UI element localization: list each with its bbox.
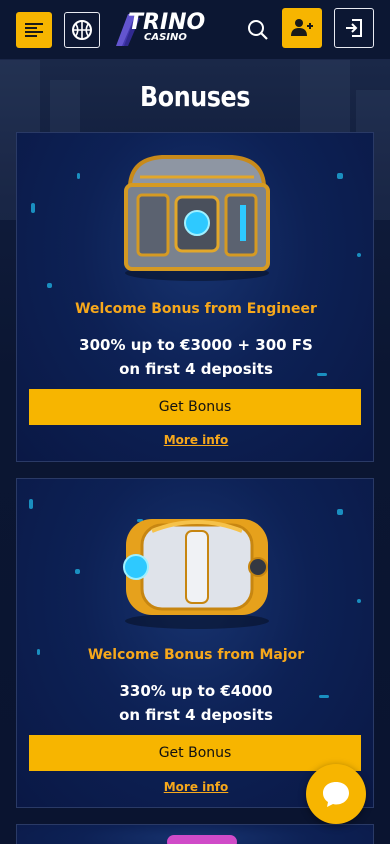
menu-button[interactable] (16, 12, 52, 48)
page-title: Bonuses (140, 80, 250, 113)
menu-icon (25, 23, 43, 37)
add-user-icon (291, 19, 313, 36)
top-navigation-bar: TRINO CASINO (0, 0, 390, 60)
register-button[interactable] (282, 8, 322, 48)
login-button[interactable] (334, 8, 374, 48)
bonus-card-partial (16, 824, 374, 844)
bonus-offer-line1: 330% up to €4000 (119, 682, 273, 700)
bonus-offer-line2: on first 4 deposits (119, 360, 273, 378)
sports-button[interactable] (64, 12, 100, 48)
basketball-icon (72, 20, 92, 40)
bonus-title: Welcome Bonus from Major (87, 647, 305, 663)
bonus-title: Welcome Bonus from Engineer (75, 301, 317, 317)
bonus-card-major: Welcome Bonus from Major 330% up to €400… (16, 478, 374, 808)
chest-preview-image (167, 835, 237, 844)
more-info-link[interactable]: More info (17, 433, 373, 447)
bonus-offer-line1: 300% up to €3000 + 300 FS (79, 336, 313, 354)
engineer-chest-image (124, 155, 270, 281)
get-bonus-button[interactable]: Get Bonus (29, 389, 361, 425)
chat-bubble-icon (323, 782, 349, 807)
major-chest-image (123, 519, 269, 629)
trino-casino-logo[interactable]: TRINO CASINO (114, 10, 206, 50)
search-button[interactable] (240, 12, 276, 48)
live-chat-button[interactable] (306, 764, 366, 824)
get-bonus-button[interactable]: Get Bonus (29, 735, 361, 771)
logo-text-sub: CASINO (144, 32, 187, 43)
login-icon (346, 19, 362, 37)
search-icon (248, 20, 268, 40)
bonus-offer-line2: on first 4 deposits (119, 706, 273, 724)
bonus-card-engineer: Welcome Bonus from Engineer 300% up to €… (16, 132, 374, 462)
